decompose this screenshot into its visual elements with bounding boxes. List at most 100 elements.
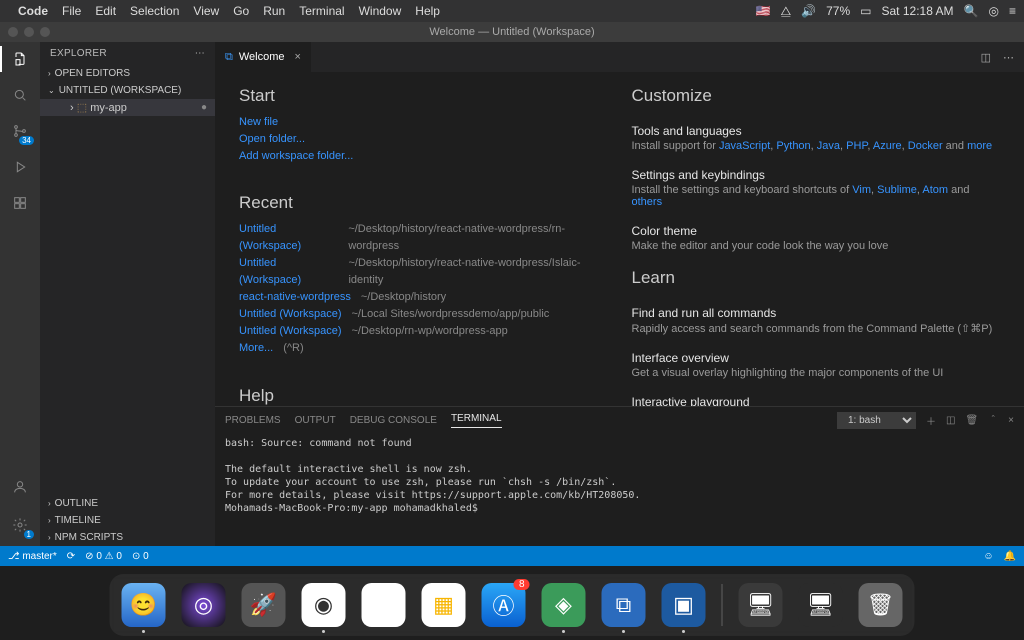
dock-trash[interactable]: 🗑 <box>859 583 903 627</box>
outline-section[interactable]: ›OUTLINE <box>40 495 215 512</box>
menu-go[interactable]: Go <box>233 4 249 18</box>
start-heading: Start <box>239 86 608 106</box>
find-desc: Rapidly access and search commands from … <box>632 322 1001 335</box>
menu-icon[interactable]: ≡ <box>1009 4 1016 18</box>
recent-link[interactable]: Untitled (Workspace) <box>239 306 342 323</box>
recent-heading: Recent <box>239 193 608 213</box>
battery-icon[interactable]: ▭ <box>860 4 871 18</box>
menu-window[interactable]: Window <box>359 4 402 18</box>
new-file-link[interactable]: New file <box>239 114 608 131</box>
keybind-link[interactable]: Vim <box>852 184 871 196</box>
accounts-icon[interactable] <box>9 476 31 498</box>
recent-link[interactable]: react-native-wordpress <box>239 289 351 306</box>
close-tab-icon[interactable]: × <box>295 51 301 63</box>
terminal-output[interactable]: bash: Source: command not found The defa… <box>215 433 1024 546</box>
kill-terminal-icon[interactable]: 🗑 <box>965 415 978 426</box>
menu-terminal[interactable]: Terminal <box>299 4 344 18</box>
open-editors-section[interactable]: ›OPEN EDITORS <box>40 65 215 82</box>
maximize-panel-icon[interactable]: ＾ <box>988 413 998 428</box>
npm-label: NPM SCRIPTS <box>55 532 123 543</box>
source-control-icon[interactable]: 34 <box>9 120 31 142</box>
dock-window-thumb[interactable]: 🖥 <box>799 583 843 627</box>
open-folder-link[interactable]: Open folder... <box>239 131 608 148</box>
lang-link[interactable]: JavaScript <box>719 140 770 152</box>
close-window-icon[interactable] <box>8 27 18 37</box>
npm-section[interactable]: ›NPM SCRIPTS <box>40 529 215 546</box>
lang-link[interactable]: PHP <box>846 140 867 152</box>
volume-icon[interactable]: 🔊 <box>801 4 816 18</box>
sidebar-more-icon[interactable]: ⋯ <box>195 48 205 59</box>
lang-link[interactable]: Docker <box>908 140 943 152</box>
recent-more-link[interactable]: More... <box>239 340 273 357</box>
close-panel-icon[interactable]: × <box>1008 415 1014 426</box>
split-editor-icon[interactable]: ◫ <box>981 51 991 64</box>
menu-help[interactable]: Help <box>415 4 440 18</box>
menu-app[interactable]: Code <box>18 4 48 18</box>
dock-xcode[interactable]: ▣ <box>662 583 706 627</box>
zoom-window-icon[interactable] <box>40 27 50 37</box>
tab-debug-console[interactable]: DEBUG CONSOLE <box>350 415 437 426</box>
battery-percent: 77% <box>826 4 850 18</box>
recent-link[interactable]: Untitled (Workspace) <box>239 221 338 255</box>
sidebar-title: EXPLORER <box>50 48 107 59</box>
terminal-select[interactable]: 1: bash <box>837 412 916 429</box>
new-terminal-icon[interactable]: ＋ <box>926 413 936 428</box>
branch-indicator[interactable]: ⎇ master* <box>8 551 57 562</box>
dock-notes[interactable]: 🗒 <box>362 583 406 627</box>
ports-indicator[interactable]: ⊙ 0 <box>132 551 149 562</box>
feedback-icon[interactable]: ☺ <box>983 551 993 562</box>
dock-appstore[interactable]: Ⓐ8 <box>482 583 526 627</box>
menu-run[interactable]: Run <box>263 4 285 18</box>
tab-output[interactable]: OUTPUT <box>295 415 336 426</box>
minimize-window-icon[interactable] <box>24 27 34 37</box>
dock-launchpad[interactable]: 🚀 <box>242 583 286 627</box>
lang-link[interactable]: Java <box>817 140 840 152</box>
workspace-section[interactable]: ⌄UNTITLED (WORKSPACE) <box>40 82 215 99</box>
dock-window-thumb[interactable]: 🖥 <box>739 583 783 627</box>
settings-title: Settings and keybindings <box>632 168 1001 182</box>
dock-stickies[interactable]: ▦ <box>422 583 466 627</box>
dock-finder[interactable]: 😊 <box>122 583 166 627</box>
tab-problems[interactable]: PROBLEMS <box>225 415 281 426</box>
recent-link[interactable]: Untitled (Workspace) <box>239 255 338 289</box>
dock-chrome[interactable]: ◉ <box>302 583 346 627</box>
tab-terminal[interactable]: TERMINAL <box>451 413 502 428</box>
menu-edit[interactable]: Edit <box>95 4 116 18</box>
bell-icon[interactable]: 🔔 <box>1004 551 1016 562</box>
keybind-link[interactable]: Atom <box>922 184 948 196</box>
dock-vscode[interactable]: ⧉ <box>602 583 646 627</box>
run-debug-icon[interactable] <box>9 156 31 178</box>
tab-label: Welcome <box>239 51 285 63</box>
dock-app-green[interactable]: ◈ <box>542 583 586 627</box>
lang-link[interactable]: Python <box>776 140 810 152</box>
timeline-section[interactable]: ›TIMELINE <box>40 512 215 529</box>
clock[interactable]: Sat 12:18 AM <box>882 4 954 18</box>
recent-link[interactable]: Untitled (Workspace) <box>239 323 342 340</box>
tab-welcome[interactable]: ⧉ Welcome × <box>215 42 312 72</box>
more-link[interactable]: more <box>967 140 992 152</box>
spotlight-icon[interactable]: 🔍 <box>964 4 979 18</box>
split-terminal-icon[interactable]: ◫ <box>946 415 955 426</box>
play-title: Interactive playground <box>632 395 1001 406</box>
sync-icon[interactable]: ⟳ <box>67 551 75 562</box>
flag-icon[interactable]: 🇺🇸 <box>756 4 771 18</box>
settings-gear-icon[interactable]: 1 <box>9 514 31 536</box>
editor-more-icon[interactable]: ⋯ <box>1003 51 1014 64</box>
search-icon[interactable] <box>9 84 31 106</box>
recent-path: ~/Desktop/rn-wp/wordpress-app <box>352 323 508 340</box>
lang-link[interactable]: Azure <box>873 140 902 152</box>
wifi-icon[interactable]: ⧋ <box>780 4 791 19</box>
tree-item-my-app[interactable]: › ⬚ my-app ● <box>40 99 215 116</box>
others-link[interactable]: others <box>632 196 663 208</box>
explorer-icon[interactable] <box>9 48 31 70</box>
keybind-link[interactable]: Sublime <box>877 184 917 196</box>
window-title: Welcome — Untitled (Workspace) <box>429 26 594 38</box>
menu-selection[interactable]: Selection <box>130 4 179 18</box>
dock-siri[interactable]: ◎ <box>182 583 226 627</box>
extensions-icon[interactable] <box>9 192 31 214</box>
menu-file[interactable]: File <box>62 4 81 18</box>
errors-indicator[interactable]: ⊘ 0 ⚠ 0 <box>85 551 122 562</box>
menu-view[interactable]: View <box>193 4 219 18</box>
add-workspace-link[interactable]: Add workspace folder... <box>239 148 608 165</box>
siri-icon[interactable]: ◎ <box>989 4 999 18</box>
